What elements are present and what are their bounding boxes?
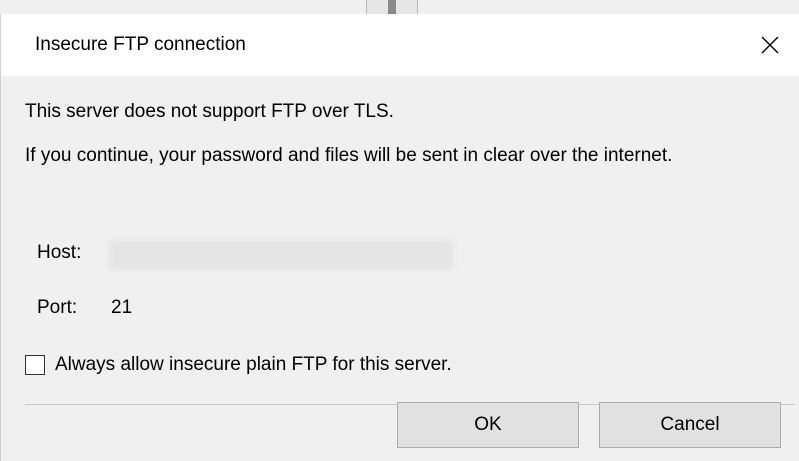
always-allow-checkbox-label[interactable]: Always allow insecure plain FTP for this… — [55, 354, 452, 376]
insecure-ftp-dialog: Insecure FTP connection This server does… — [0, 14, 799, 461]
always-allow-checkbox-row[interactable]: Always allow insecure plain FTP for this… — [25, 354, 452, 376]
background-window — [0, 0, 799, 14]
close-icon — [761, 36, 779, 54]
port-value: 21 — [111, 297, 133, 318]
host-value-redacted — [109, 240, 453, 270]
dialog-title: Insecure FTP connection — [35, 34, 246, 55]
always-allow-checkbox[interactable] — [25, 355, 45, 375]
host-label: Host: — [37, 242, 82, 263]
port-label: Port: — [37, 297, 78, 318]
close-button[interactable] — [740, 14, 799, 76]
dialog-titlebar: Insecure FTP connection — [1, 14, 799, 76]
cancel-button[interactable]: Cancel — [599, 402, 781, 448]
ok-button[interactable]: OK — [397, 402, 579, 448]
message-cleartext-warning: If you continue, your password and files… — [25, 145, 673, 166]
message-tls-unsupported: This server does not support FTP over TL… — [25, 101, 394, 122]
background-splitter-handle — [366, 0, 418, 14]
app-window: Insecure FTP connection This server does… — [0, 0, 799, 461]
